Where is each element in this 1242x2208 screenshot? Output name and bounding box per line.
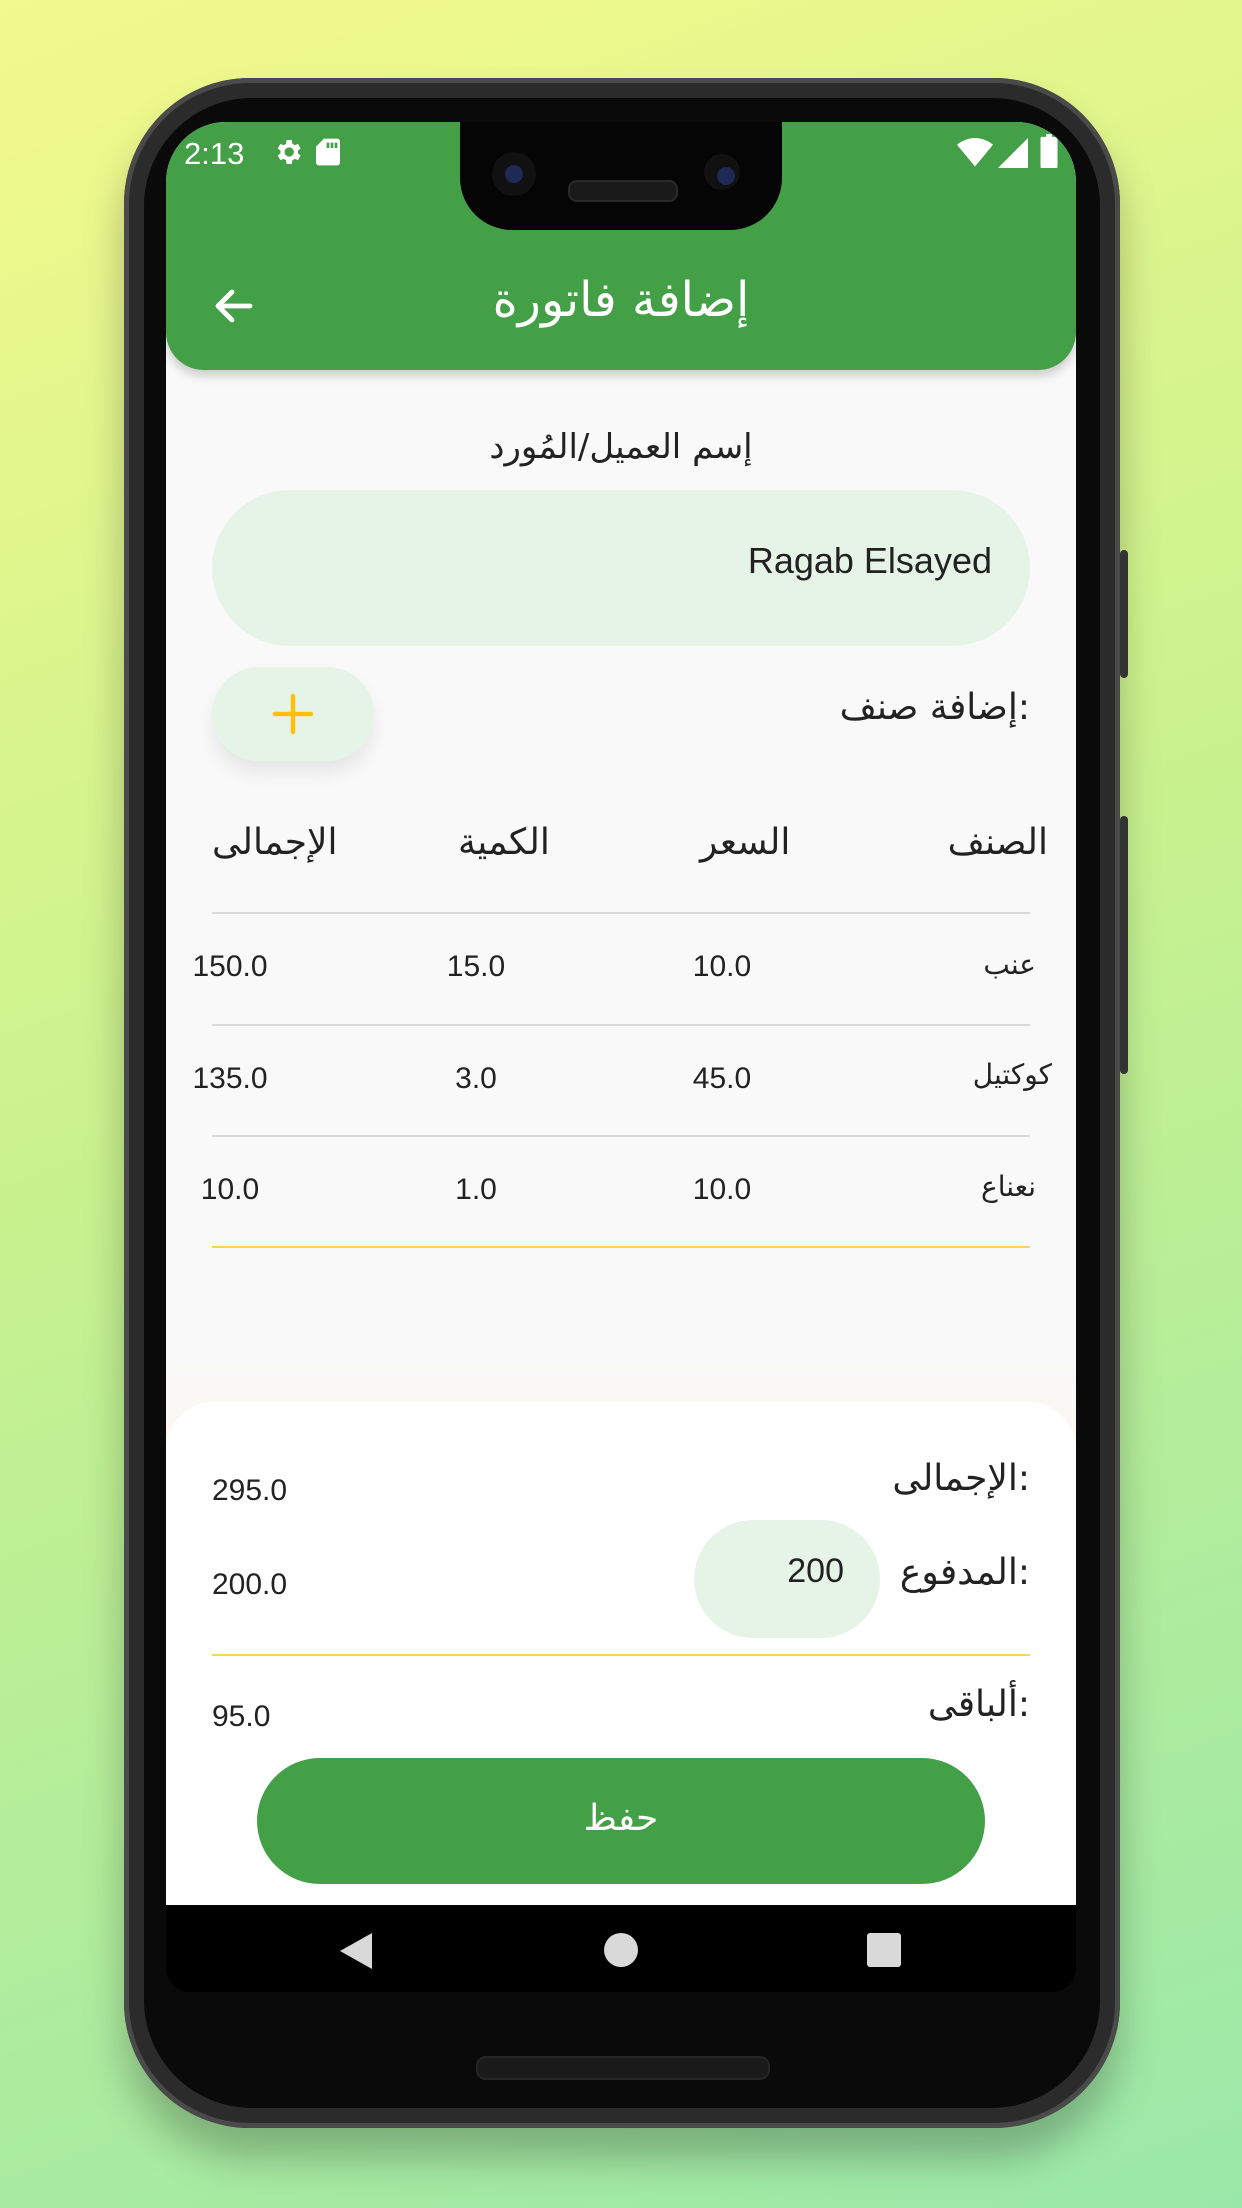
screen: 2:13 إضافة فاتورة إسم العميل/المُورد Rag… xyxy=(166,122,1076,1992)
front-camera xyxy=(492,152,536,196)
cell-item: نعناع xyxy=(981,1170,1036,1203)
app-content: 2:13 إضافة فاتورة إسم العميل/المُورد Rag… xyxy=(166,122,1076,1905)
cell-quantity: 3.0 xyxy=(455,1062,497,1095)
remaining-label: ألباقى: xyxy=(927,1684,1030,1725)
app-bar: 2:13 إضافة فاتورة xyxy=(166,122,1076,370)
cell-item: عنب xyxy=(983,948,1036,981)
nav-back-icon[interactable] xyxy=(338,1931,374,1971)
total-value: 295.0 xyxy=(212,1474,288,1507)
nav-home-icon[interactable] xyxy=(602,1931,640,1969)
table-divider xyxy=(212,912,1030,914)
header-price: السعر xyxy=(700,822,791,863)
cell-price: 10.0 xyxy=(692,950,752,983)
cell-total: 10.0 xyxy=(200,1173,260,1206)
table-divider xyxy=(212,1135,1030,1137)
earpiece-speaker xyxy=(568,180,678,202)
settings-icon xyxy=(277,140,301,164)
plus-icon xyxy=(272,693,314,735)
nav-recents-icon[interactable] xyxy=(866,1932,902,1968)
sd-card-icon xyxy=(316,138,340,166)
wifi-icon xyxy=(957,138,993,167)
cell-item: كوكتيل xyxy=(972,1058,1052,1091)
customer-label: إسم العميل/المُورد xyxy=(489,427,753,467)
volume-button xyxy=(1120,816,1128,1074)
status-time: 2:13 xyxy=(184,136,245,171)
add-item-label: إضافة صنف: xyxy=(839,687,1030,728)
system-nav-bar xyxy=(166,1905,1076,1992)
cell-price: 10.0 xyxy=(692,1173,752,1206)
cell-price: 45.0 xyxy=(692,1062,752,1095)
table-end-divider xyxy=(212,1246,1030,1248)
save-button[interactable]: حفظ xyxy=(257,1758,985,1884)
home-indicator xyxy=(476,2056,770,2080)
cell-quantity: 1.0 xyxy=(455,1173,497,1206)
summary-divider xyxy=(212,1654,1030,1656)
table-divider xyxy=(212,1024,1030,1026)
cell-total: 135.0 xyxy=(192,1062,268,1095)
cellular-signal-icon xyxy=(998,138,1028,168)
paid-label: المدفوع: xyxy=(899,1552,1030,1593)
sensor xyxy=(704,154,740,190)
remaining-value: 95.0 xyxy=(212,1700,271,1733)
total-label: الإجمالى: xyxy=(892,1458,1030,1499)
customer-name-field[interactable]: Ragab Elsayed xyxy=(212,490,1030,646)
add-item-button[interactable] xyxy=(212,667,374,761)
page-title: إضافة فاتورة xyxy=(492,272,750,328)
customer-name-value: Ragab Elsayed xyxy=(747,540,992,581)
header-total: الإجمالى xyxy=(212,822,338,863)
cell-quantity: 15.0 xyxy=(446,950,506,983)
power-button xyxy=(1120,550,1128,678)
cell-total: 150.0 xyxy=(192,950,268,983)
paid-input[interactable]: 200 xyxy=(694,1520,880,1638)
header-item: الصنف xyxy=(947,822,1048,863)
paid-input-value: 200 xyxy=(787,1552,844,1590)
battery-icon xyxy=(1040,134,1058,168)
header-quantity: الكمية xyxy=(458,822,550,863)
paid-value: 200.0 xyxy=(212,1568,288,1601)
camera-notch xyxy=(460,122,782,230)
